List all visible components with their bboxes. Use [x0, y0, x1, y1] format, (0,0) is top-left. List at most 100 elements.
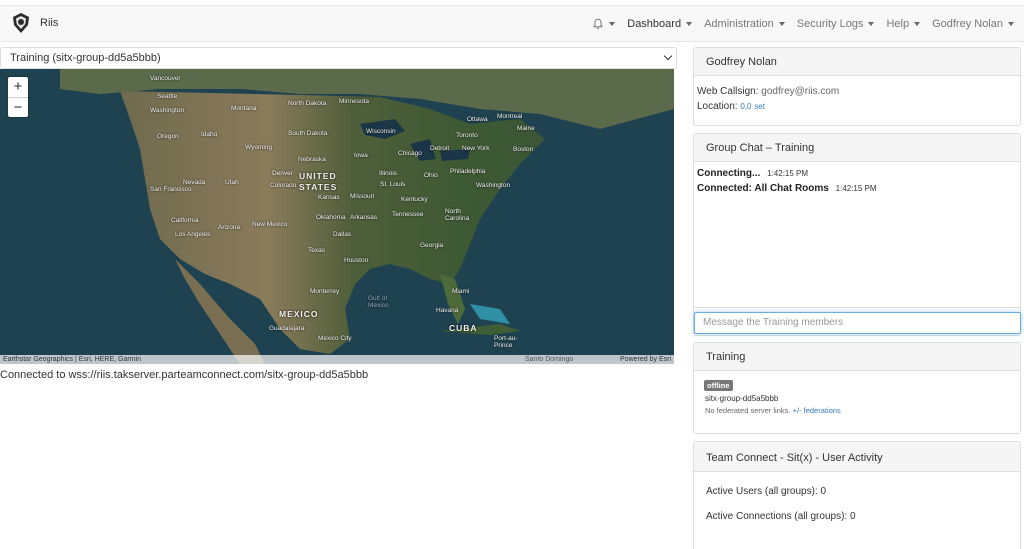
bell-icon	[593, 18, 604, 29]
chevron-down-icon	[686, 22, 693, 26]
callsign-label: Web Callsign:	[697, 86, 759, 97]
map-label: Montana	[231, 105, 257, 112]
map-label: South Dakota	[288, 130, 328, 137]
federation-note-text: No federated server links.	[705, 406, 791, 415]
chat-message-time: 1:42:15 PM	[835, 184, 877, 193]
map-label: Iowa	[354, 152, 368, 159]
group-select[interactable]: Training (sitx-group-dd5a5bbb)	[0, 47, 677, 69]
map-label: Arizona	[218, 224, 241, 231]
nav-administration-label: Administration	[704, 18, 774, 30]
chat-message-time: 1:42:15 PM	[767, 169, 809, 178]
map-label: Colorado	[270, 182, 297, 189]
chat-message: Connecting... 1:42:15 PM	[697, 168, 1017, 179]
group-id: sitx-group-dd5a5bbb	[705, 394, 779, 403]
nav-dashboard[interactable]: Dashboard	[627, 18, 693, 30]
map-attribution: Earthstar Geographics | Esri, HERE, Garm…	[0, 355, 674, 364]
map-label: North Dakota	[288, 100, 327, 107]
profile-panel: Godfrey Nolan Web Callsign: godfrey@riis…	[693, 47, 1021, 126]
map-label: Monterrey	[310, 288, 340, 295]
location-set-link[interactable]: set	[754, 102, 765, 111]
map-label: Detroit	[430, 145, 450, 152]
chat-title: Group Chat – Training	[694, 134, 1020, 162]
location-row: Location: 0,0 set	[697, 101, 1017, 112]
active-users: Active Users (all groups): 0	[706, 486, 827, 497]
map-label: Nebraska	[298, 156, 326, 163]
map-label: Arkansas	[350, 214, 378, 221]
map-label: Houston	[344, 257, 369, 264]
map-label: Washington	[476, 182, 511, 189]
map-label: Guadalajara	[269, 325, 305, 332]
map-label: St. Louis	[380, 181, 406, 188]
map-label: California	[171, 217, 199, 224]
powered-by-esri-link[interactable]: Powered by Esri	[620, 355, 671, 364]
map-label: Boston	[513, 146, 534, 153]
map-label: Ottawa	[467, 116, 488, 123]
map-label: Kentucky	[401, 196, 428, 203]
map-label: Utah	[225, 179, 239, 186]
brand[interactable]: Riis	[10, 12, 58, 34]
chevron-down-icon	[868, 22, 875, 26]
training-title: Training	[694, 343, 1020, 371]
nav-help-label: Help	[886, 18, 910, 30]
map-label: Oklahoma	[316, 214, 346, 221]
map-label: Los Angeles	[175, 231, 211, 238]
map-label: North Carolina	[445, 208, 470, 222]
nav-security-logs[interactable]: Security Logs	[797, 18, 875, 30]
callsign-row: Web Callsign: godfrey@riis.com	[697, 86, 1017, 97]
callsign-value: godfrey@riis.com	[761, 86, 840, 97]
map-label-country: CUBA	[449, 323, 478, 333]
federation-toggle-link[interactable]: +/-	[793, 406, 802, 415]
nav-help[interactable]: Help	[886, 18, 921, 30]
map-label: Denver	[272, 170, 293, 177]
map-label: Ohio	[424, 172, 438, 179]
riis-logo-icon	[13, 13, 29, 33]
notifications-menu[interactable]	[592, 18, 616, 30]
chat-log[interactable]: Connecting... 1:42:15 PM Connected: All …	[694, 162, 1020, 308]
training-panel: Training offline sitx-group-dd5a5bbb No …	[693, 342, 1021, 434]
map-label-country: MEXICO	[279, 309, 319, 319]
map-label: Minnesota	[339, 98, 369, 105]
map-label: Dallas	[333, 231, 352, 238]
chevron-down-icon	[663, 51, 673, 61]
map-label: Mexico City	[318, 335, 352, 342]
chat-message: Connected: All Chat Rooms 1:42:15 PM	[697, 183, 1017, 194]
nav-user-menu[interactable]: Godfrey Nolan	[932, 18, 1014, 30]
map-label: Philadelphia	[450, 168, 486, 175]
location-label: Location:	[697, 101, 738, 112]
map[interactable]: + − Vancouver Seattle Washington Montana…	[0, 69, 674, 364]
status-badge: offline	[704, 380, 733, 391]
map-label: Port-au-Prince	[494, 335, 518, 349]
zoom-out-button[interactable]: −	[8, 97, 28, 117]
activity-title: Team Connect - Sit(x) - User Activity	[694, 442, 1020, 472]
chat-message-text: Connecting...	[697, 168, 761, 179]
map-label: Toronto	[456, 132, 478, 139]
chevron-down-icon	[914, 22, 921, 26]
map-label-country: UNITED STATES	[299, 171, 338, 192]
active-connections: Active Connections (all groups): 0	[706, 511, 856, 522]
map-label: Montreal	[497, 113, 523, 120]
profile-name: Godfrey Nolan	[694, 48, 1020, 76]
attribution-text[interactable]: Earthstar Geographics | Esri, HERE, Garm…	[3, 356, 141, 363]
brand-name: Riis	[40, 17, 59, 29]
map-label: San Francisco	[150, 186, 192, 193]
nav-user-label: Godfrey Nolan	[932, 18, 1003, 30]
location-value: 0,0	[740, 102, 752, 111]
nav-administration[interactable]: Administration	[704, 18, 785, 30]
map-label: Georgia	[420, 242, 444, 249]
zoom-in-button[interactable]: +	[8, 77, 28, 97]
map-label: Nevada	[183, 179, 206, 186]
map-label: Wisconsin	[366, 128, 396, 135]
zoom-control: + −	[8, 77, 28, 117]
map-label: Oregon	[157, 133, 179, 140]
nav-dashboard-label: Dashboard	[627, 18, 682, 30]
nav-security-logs-label: Security Logs	[796, 18, 864, 30]
map-label: Washington	[150, 107, 185, 114]
federations-link[interactable]: federations	[804, 406, 841, 415]
map-label: Miami	[452, 288, 470, 295]
map-label: Vancouver	[150, 75, 181, 82]
chevron-down-icon	[1008, 22, 1014, 26]
chat-message-input[interactable]: Message the Training members	[694, 312, 1021, 334]
attribution-city: Santo Domingo	[525, 356, 574, 363]
map-label-water: Gulf of Mexico	[368, 295, 389, 309]
map-label: Texas	[308, 247, 325, 254]
